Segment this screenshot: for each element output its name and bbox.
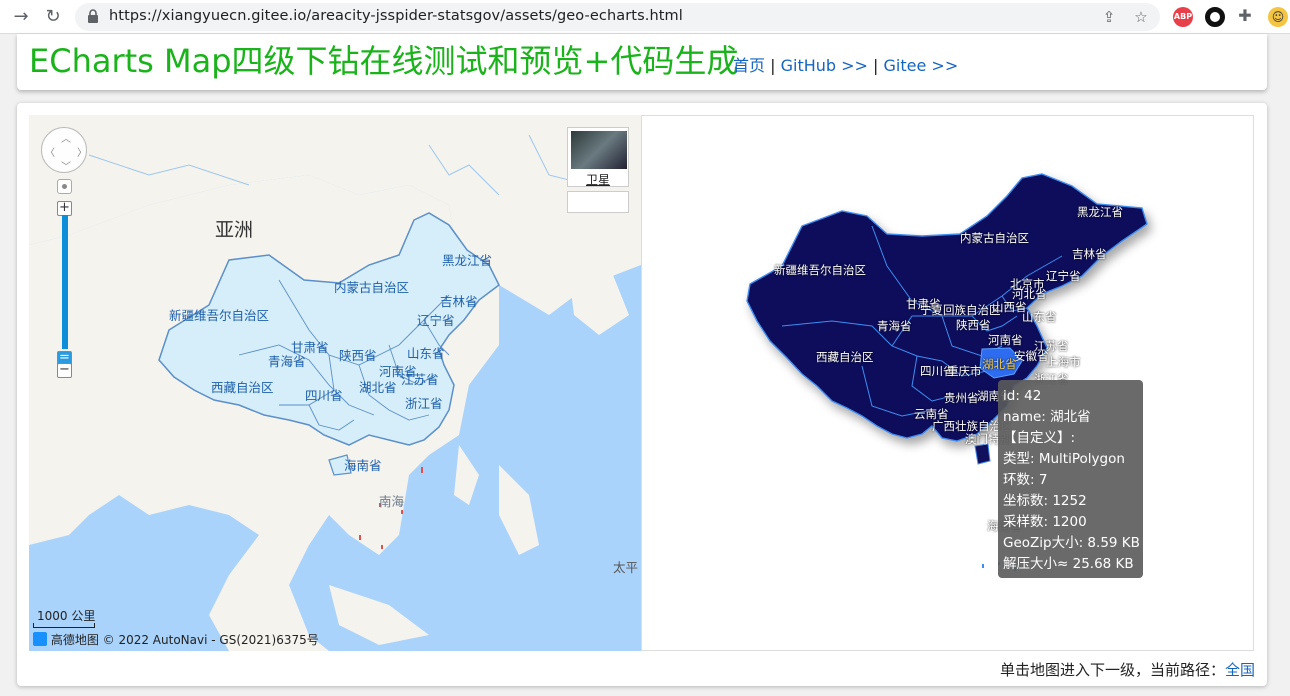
map-copyright: 高德地图 © 2022 AutoNavi - GS(2021)6375号: [33, 631, 319, 648]
browser-toolbar: → ↻ https://xiangyuecn.gitee.io/areacity…: [0, 0, 1290, 34]
province-label[interactable]: 江苏省: [401, 369, 439, 388]
url-text[interactable]: https://xiangyuecn.gitee.io/areacity-jss…: [109, 8, 683, 24]
tooltip-type: 类型: MultiPolygon: [1003, 451, 1125, 467]
sea-label: 南海: [379, 494, 405, 509]
province-label[interactable]: 四川省: [305, 385, 343, 404]
province-label[interactable]: 西藏自治区: [211, 377, 274, 396]
locate-button[interactable]: [57, 179, 72, 194]
province-label[interactable]: 黑龙江省: [1077, 204, 1123, 220]
link-separator: |: [873, 56, 879, 75]
province-label[interactable]: 宁夏回族自治区: [920, 302, 1001, 318]
tooltip-coords: 坐标数: 1252: [1003, 493, 1087, 509]
province-label[interactable]: 上海市: [1046, 354, 1081, 370]
tooltip-custom: 【自定义】:: [1003, 430, 1076, 446]
status-text: 单击地图进入下一级，当前路径：: [999, 661, 1225, 679]
province-label[interactable]: 山东省: [407, 343, 445, 362]
province-label[interactable]: 新疆维吾尔自治区: [774, 262, 866, 278]
profile-avatar-icon[interactable]: ☺: [1268, 7, 1288, 27]
amap-logo-icon: [33, 632, 47, 646]
province-label[interactable]: 河南省: [988, 332, 1023, 348]
pan-control[interactable]: ︿ ﹀ 〈 〉: [41, 127, 87, 173]
province-label[interactable]: 陕西省: [339, 345, 377, 364]
gitee-link[interactable]: Gitee >>: [884, 56, 959, 75]
province-label[interactable]: 内蒙古自治区: [334, 277, 409, 296]
satellite-thumbnail: [571, 131, 627, 169]
header-links: 首页 | GitHub >> | Gitee >>: [733, 52, 958, 76]
province-label-highlighted[interactable]: 湖北省: [982, 356, 1017, 372]
forward-icon[interactable]: →: [10, 6, 32, 28]
amap-base-svg: [29, 115, 641, 651]
tooltip-samples: 采样数: 1200: [1003, 514, 1087, 530]
tooltip-rings: 环数: 7: [1003, 472, 1048, 488]
home-link[interactable]: 首页: [733, 56, 765, 75]
path-link-root[interactable]: 全国: [1225, 661, 1255, 679]
province-label[interactable]: 甘肃省: [291, 337, 329, 356]
province-label[interactable]: 浙江省: [405, 393, 443, 412]
province-label[interactable]: 安徽省: [1014, 348, 1049, 364]
province-label[interactable]: 海南省: [344, 455, 382, 474]
province-label[interactable]: 山东省: [1022, 309, 1057, 325]
tooltip-geozip: GeoZip大小: 8.59 KB: [1003, 535, 1140, 551]
continent-label: 亚洲: [215, 219, 254, 241]
satellite-layer-toggle[interactable]: 卫星: [567, 127, 629, 187]
layer-toggle-2[interactable]: [567, 191, 629, 213]
province-label[interactable]: 重庆市: [947, 363, 982, 379]
province-label[interactable]: 贵州省: [944, 390, 979, 406]
bookmark-star-icon[interactable]: ☆: [1132, 8, 1150, 26]
share-icon[interactable]: ⇪: [1100, 8, 1118, 26]
scale-text: 1000 公里: [37, 609, 96, 623]
region-tooltip: id: 42 name: 湖北省 【自定义】: 类型: MultiPolygon…: [998, 380, 1143, 578]
link-separator: |: [770, 56, 776, 75]
province-label[interactable]: 陕西省: [956, 317, 991, 333]
province-label[interactable]: 青海省: [877, 318, 912, 334]
province-label[interactable]: 黑龙江省: [442, 250, 492, 269]
province-label[interactable]: 内蒙古自治区: [960, 230, 1029, 246]
province-label[interactable]: 辽宁省: [417, 310, 455, 329]
echarts-map-svg: [746, 173, 1148, 571]
amap-view[interactable]: ︿ ﹀ 〈 〉 + = − 卫星 亚洲 黑龙江省 内蒙古自治区 吉林省 新疆维吾…: [29, 115, 641, 651]
tooltip-name: name: 湖北省: [1003, 409, 1091, 425]
zoom-out-button[interactable]: −: [57, 363, 72, 378]
status-bar: 单击地图进入下一级，当前路径：全国: [1000, 659, 1255, 680]
tooltip-id: id: 42: [1003, 388, 1042, 404]
extensions-puzzle-icon[interactable]: ✚: [1236, 7, 1254, 25]
page-title: ECharts Map四级下钻在线测试和预览+代码生成: [29, 42, 739, 80]
copyright-text: 高德地图 © 2022 AutoNavi - GS(2021)6375号: [50, 633, 319, 647]
province-label[interactable]: 吉林省: [440, 291, 478, 310]
github-link[interactable]: GitHub >>: [781, 56, 868, 75]
extension-circle-icon[interactable]: [1205, 7, 1225, 27]
reload-icon[interactable]: ↻: [42, 6, 64, 28]
ocean-label: 太平: [613, 560, 639, 575]
scale-bar: [33, 623, 95, 628]
satellite-label: 卫星: [585, 173, 610, 187]
lock-icon: [88, 9, 98, 23]
zoom-in-button[interactable]: +: [57, 201, 72, 216]
province-label[interactable]: 西藏自治区: [816, 349, 874, 365]
adblock-extension-icon[interactable]: ABP: [1173, 7, 1193, 27]
province-label[interactable]: 新疆维吾尔自治区: [169, 305, 269, 324]
address-bar[interactable]: https://xiangyuecn.gitee.io/areacity-jss…: [75, 3, 1160, 31]
tooltip-unzip: 解压大小≈ 25.68 KB: [1003, 556, 1134, 572]
province-label[interactable]: 辽宁省: [1046, 268, 1081, 284]
province-label[interactable]: 吉林省: [1072, 246, 1107, 262]
header-card: ECharts Map四级下钻在线测试和预览+代码生成 首页 | GitHub …: [17, 34, 1267, 90]
echarts-view[interactable]: 黑龙江省 内蒙古自治区 吉林省 新疆维吾尔自治区 辽宁省 北京市 河北省 甘肃省…: [641, 115, 1254, 651]
zoom-slider[interactable]: [62, 215, 68, 349]
